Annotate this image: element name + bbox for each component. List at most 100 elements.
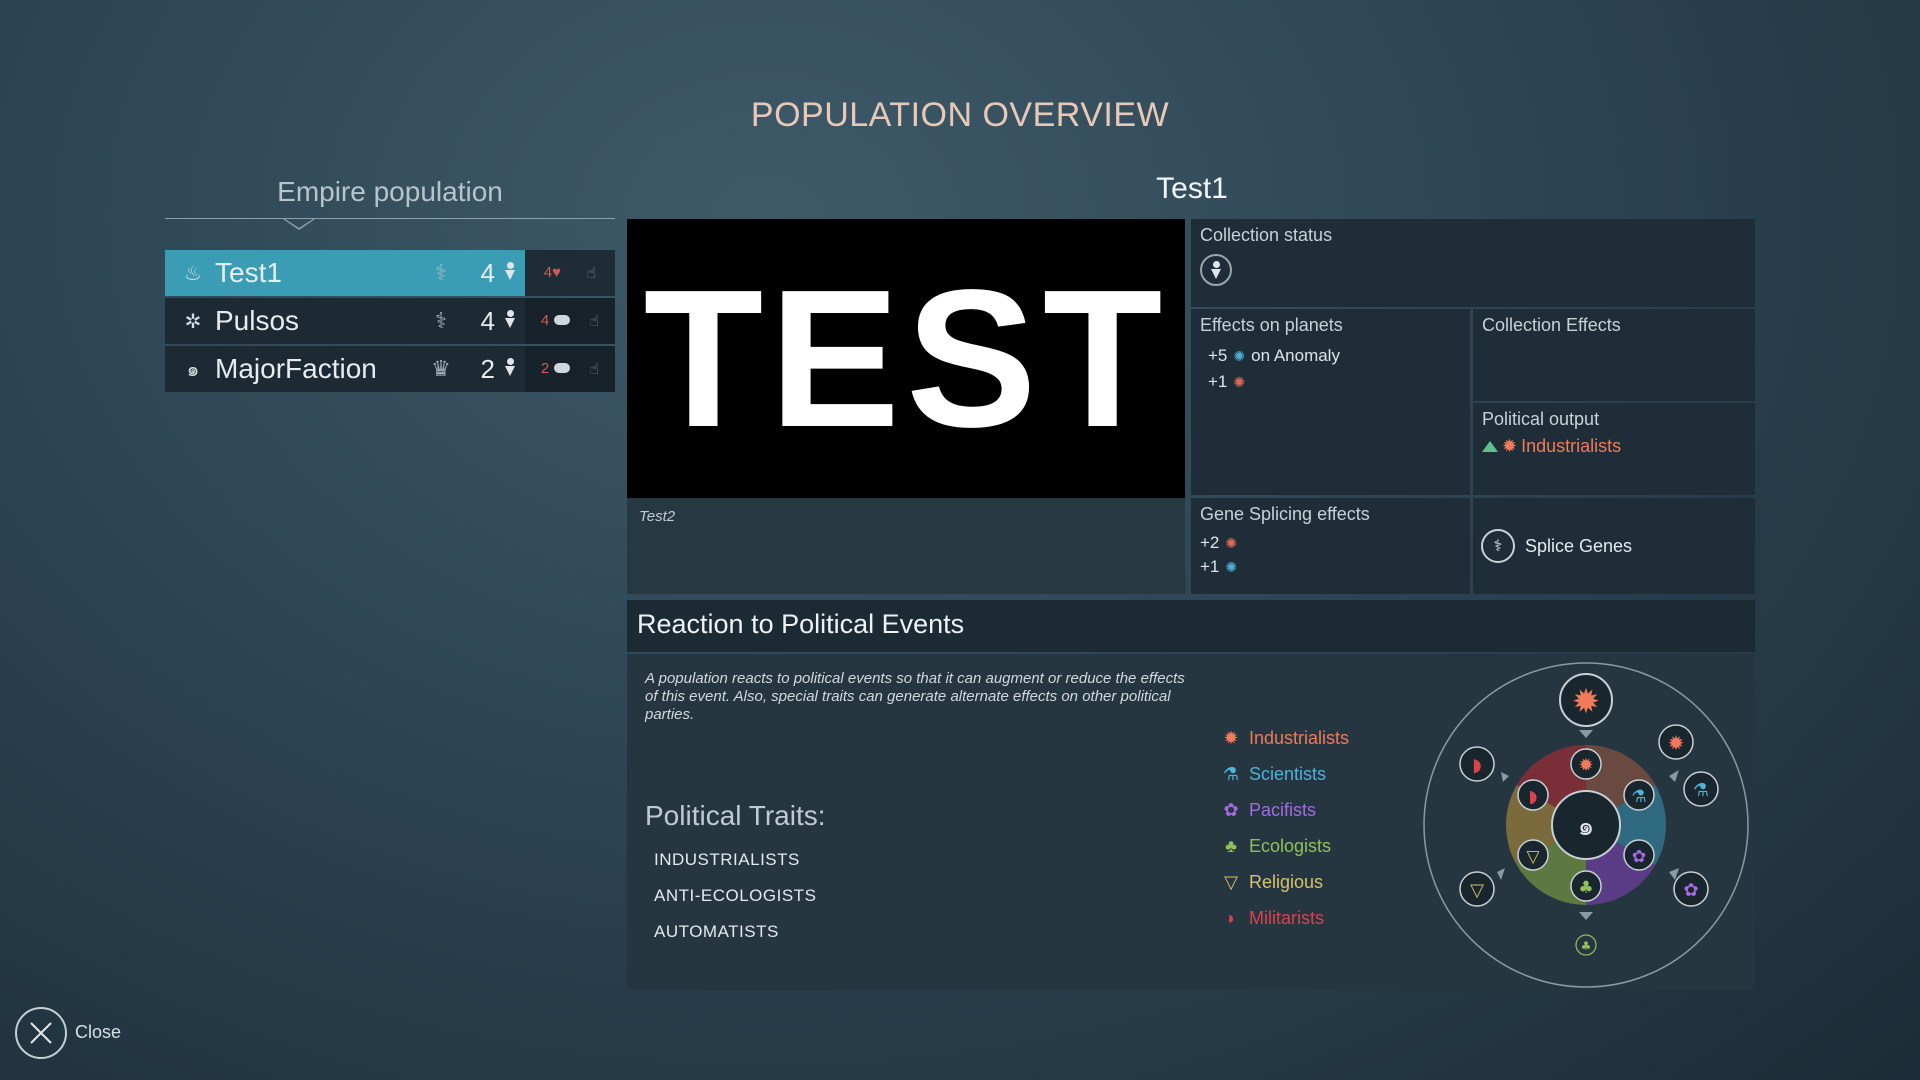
population-row-pulsos[interactable]: ✲ Pulsos ⚕ 4 4 ☝	[165, 298, 615, 344]
political-wheel: ๑ ✹ ⚗ ✿ ♣ ▽ ◗ ✹ ✹ ⚗ ✿ ♣ ▽ ◗	[1423, 662, 1749, 988]
flask-icon: ⚗	[1631, 787, 1646, 807]
tree-icon: ♣	[1225, 835, 1237, 856]
dna-icon: ⚕	[435, 260, 447, 285]
population-banner: TEST	[627, 219, 1185, 498]
political-trait: ANTI-ECOLOGISTS	[654, 886, 817, 905]
side-count: 4	[543, 264, 553, 281]
spiral-icon: ๑	[186, 359, 200, 381]
collection-status-icon[interactable]	[1200, 254, 1232, 286]
splice-genes-label: Splice Genes	[1525, 535, 1633, 556]
dna-icon: ⚕	[1481, 529, 1515, 563]
population-row-majorfaction[interactable]: ๑ MajorFaction ♛ 2 2 ☝	[165, 346, 615, 392]
gene-splicing-panel: Gene Splicing effects +2 ✺ +1 ✺	[1191, 498, 1470, 594]
spiral-icon: ๑	[1578, 812, 1595, 842]
collection-status-panel: Collection status	[1191, 219, 1755, 307]
helmet-icon: ◗	[1472, 755, 1481, 776]
population-name: Pulsos	[215, 305, 300, 336]
effects-title: Effects on planets	[1200, 315, 1343, 335]
gear-icon: ✹	[1668, 731, 1685, 755]
political-output-line: ✹ Industrialists	[1482, 436, 1746, 457]
side-count-group: 4	[541, 312, 570, 330]
hand-icon[interactable]: ☝	[589, 311, 599, 331]
person-icon	[495, 309, 525, 333]
caret-icon-inner	[285, 219, 313, 228]
crown-icon: ♛	[431, 356, 451, 381]
helmet-icon: ◗	[1225, 907, 1237, 928]
political-output-title: Political output	[1482, 409, 1600, 429]
legend-religious: ▽ Religious	[1221, 864, 1349, 900]
close-label[interactable]: Close	[75, 1022, 121, 1043]
effects-on-planets-panel: Effects on planets +5 ✺ on Anomaly +1 ✺	[1191, 309, 1470, 495]
population-title: Test1	[1156, 172, 1228, 205]
gear-icon: ✹	[1578, 755, 1593, 776]
triangle-icon: ▽	[1470, 880, 1484, 901]
reaction-description: A population reacts to political events …	[645, 670, 1185, 723]
page-title: POPULATION OVERVIEW	[750, 96, 1170, 134]
hand-icon[interactable]: ☝	[587, 263, 597, 283]
gear-icon: ✹	[1223, 727, 1239, 748]
population-row-side: 4♥ ☝	[525, 250, 615, 296]
cloud-icon	[553, 315, 570, 325]
legend-label: Ecologists	[1249, 835, 1332, 856]
gene-effect-line: +1 ✺	[1200, 557, 1461, 577]
political-trait: INDUSTRIALISTS	[654, 850, 800, 869]
gene-effect-value: +2	[1200, 533, 1220, 552]
side-count: 2	[540, 360, 550, 377]
science-icon: ✺	[1225, 558, 1238, 575]
population-list: ♨ Test1 ⚕ 4 4♥ ☝ ✲ Pulsos ⚕ 4 4 ☝ ๑ Majo…	[165, 250, 615, 394]
divider	[165, 218, 615, 219]
effect-value: +1	[1208, 372, 1228, 391]
population-row-side: 2 ☝	[525, 346, 615, 392]
tree-icon: ♣	[1578, 878, 1593, 898]
effect-value: +5	[1208, 346, 1228, 365]
dna-icon: ⚕	[435, 308, 447, 333]
flame-icon: ♨	[184, 262, 202, 285]
triangle-icon: ▽	[1224, 871, 1238, 892]
reaction-panel: A population reacts to political events …	[627, 654, 1755, 990]
person-icon	[495, 261, 525, 285]
population-count: 4	[480, 257, 495, 288]
helmet-icon: ◗	[1529, 787, 1538, 807]
population-count: 4	[480, 305, 495, 336]
science-icon: ✺	[1233, 347, 1246, 364]
industry-icon: ✺	[1225, 534, 1238, 551]
legend-label: Religious	[1249, 871, 1324, 892]
population-row-side: 4 ☝	[525, 298, 615, 344]
effect-suffix: on Anomaly	[1251, 346, 1340, 365]
population-count: 2	[480, 353, 495, 384]
political-traits-heading: Political Traits:	[645, 800, 826, 831]
flower-icon: ✿	[1632, 847, 1646, 867]
fan-icon: ✲	[184, 310, 202, 333]
legend-pacifists: ✿ Pacifists	[1221, 792, 1349, 828]
hand-icon[interactable]: ☝	[589, 359, 599, 379]
party-legend: ✹ Industrialists ⚗ Scientists ✿ Pacifist…	[1221, 720, 1349, 936]
collection-status-title: Collection status	[1200, 225, 1333, 245]
legend-label: Pacifists	[1249, 799, 1317, 820]
population-description: Test2	[627, 498, 1185, 594]
legend-industrialists: ✹ Industrialists	[1221, 720, 1349, 756]
close-button[interactable]	[15, 1007, 67, 1059]
side-count: 4	[540, 312, 550, 329]
close-icon	[30, 1022, 52, 1044]
population-row-main[interactable]: ๑ MajorFaction ♛ 2	[165, 346, 525, 392]
collection-effects-panel: Collection Effects	[1473, 309, 1755, 401]
side-count-group: 4♥	[544, 264, 561, 282]
population-row-main[interactable]: ♨ Test1 ⚕ 4	[165, 250, 525, 296]
political-output-party: Industrialists	[1521, 436, 1622, 456]
gene-splicing-title: Gene Splicing effects	[1200, 504, 1370, 524]
gear-icon: ✹	[1572, 682, 1601, 722]
banner-text: TEST	[643, 249, 1169, 468]
legend-scientists: ⚗ Scientists	[1221, 756, 1349, 792]
triangle-icon: ▽	[1526, 847, 1540, 867]
tree-icon: ♣	[1581, 939, 1592, 953]
empire-population-heading: Empire population	[277, 176, 503, 207]
splice-genes-button[interactable]: ⚕ Splice Genes	[1473, 498, 1755, 594]
legend-label: Industrialists	[1249, 727, 1350, 748]
legend-ecologists: ♣ Ecologists	[1221, 828, 1349, 864]
effect-line: +5 ✺ on Anomaly	[1208, 346, 1461, 366]
reaction-title: Reaction to Political Events	[627, 600, 1755, 652]
population-row-test1[interactable]: ♨ Test1 ⚕ 4 4♥ ☝	[165, 250, 615, 296]
heart-icon: ♥	[552, 264, 561, 281]
population-name: MajorFaction	[215, 353, 377, 384]
population-row-main[interactable]: ✲ Pulsos ⚕ 4	[165, 298, 525, 344]
